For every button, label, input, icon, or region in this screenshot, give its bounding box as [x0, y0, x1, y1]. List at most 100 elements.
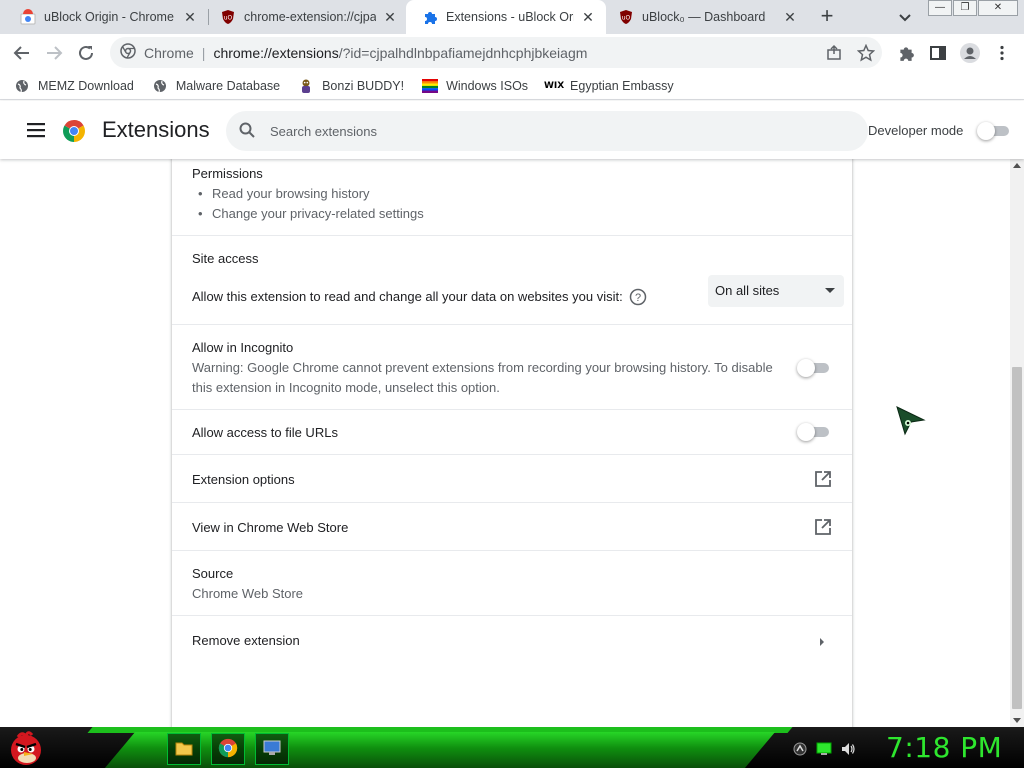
incognito-warning-line1: Warning: Google Chrome cannot prevent ex…	[192, 360, 773, 375]
chrome-icon	[218, 738, 238, 761]
bookmark-label: Windows ISOs	[446, 78, 529, 93]
computer-icon	[262, 739, 282, 760]
site-access-text: Allow this extension to read and change …	[192, 289, 623, 304]
bookmark-windows-isos[interactable]: Windows ISOs	[422, 78, 528, 94]
address-bar[interactable]: Chrome | chrome://extensions /?id=cjpalh…	[110, 37, 882, 68]
browser-toolbar: Chrome | chrome://extensions /?id=cjpalh…	[0, 34, 1024, 72]
site-access-select[interactable]: On all sites	[708, 275, 844, 307]
taskbar-chrome[interactable]	[211, 733, 245, 765]
chrome-web-store-icon	[20, 9, 36, 25]
source-title: Source	[192, 566, 234, 581]
tab-title: uBlock Origin - Chrome Web Store	[44, 10, 176, 24]
bookmarks-bar: MEMZ Download Malware Database Bonzi BUD…	[0, 72, 1024, 100]
chevron-down-icon[interactable]	[896, 8, 914, 26]
tab-strip: uBlock Origin - Chrome Web Store ✕ uO ch…	[0, 0, 1024, 34]
svg-text:?: ?	[635, 292, 641, 304]
incognito-section: Allow in Incognito Warning: Google Chrom…	[172, 325, 852, 410]
hamburger-menu-icon[interactable]	[27, 121, 47, 139]
ublock-origin-icon: uO	[220, 9, 236, 25]
search-input[interactable]	[270, 123, 830, 139]
url-divider: |	[201, 44, 206, 61]
page-scrollbar[interactable]	[1010, 159, 1024, 727]
close-icon[interactable]: ✕	[782, 9, 798, 25]
developer-mode-toggle[interactable]	[977, 121, 1009, 141]
star-icon[interactable]	[856, 43, 876, 63]
taskbar-computer[interactable]	[255, 733, 289, 765]
restore-button[interactable]: ❐	[953, 0, 977, 16]
bookmark-egyptian-embassy[interactable]: WIX Egyptian Embassy	[543, 78, 674, 94]
source-value: Chrome Web Store	[192, 586, 304, 601]
window-close-button[interactable]: ✕	[978, 0, 1018, 16]
taskbar-clock[interactable]: 7:18 PM	[886, 731, 1002, 764]
help-icon[interactable]: ?	[629, 288, 647, 306]
file-urls-toggle[interactable]	[797, 422, 829, 442]
new-tab-button[interactable]: +	[815, 5, 839, 29]
kebab-menu-icon[interactable]	[992, 43, 1012, 63]
permissions-list: Read your browsing history Change your p…	[196, 184, 424, 224]
scroll-thumb[interactable]	[1012, 367, 1022, 709]
page-title: Extensions	[102, 117, 210, 142]
puzzle-piece-icon	[422, 9, 438, 25]
share-icon[interactable]	[824, 43, 844, 63]
view-web-store-label: View in Chrome Web Store	[192, 520, 349, 535]
extensions-puzzle-icon[interactable]	[896, 43, 916, 63]
toggle-knob	[797, 423, 815, 441]
bookmark-bonzi[interactable]: Bonzi BUDDY!	[298, 78, 404, 94]
open-in-new-icon[interactable]	[814, 470, 832, 488]
wix-icon: WIX	[543, 80, 565, 91]
extensions-header: Extensions Developer mode	[0, 101, 1024, 159]
reload-icon[interactable]	[76, 43, 96, 63]
extension-options-label: Extension options	[192, 472, 295, 487]
site-access-title: Site access	[192, 251, 259, 266]
file-explorer-icon	[175, 740, 193, 759]
minimize-button[interactable]: —	[928, 0, 952, 16]
incognito-warning-line2: this extension in Incognito mode, unsele…	[192, 380, 500, 395]
view-web-store-row[interactable]: View in Chrome Web Store	[172, 503, 852, 551]
profile-avatar-icon[interactable]	[960, 43, 980, 63]
side-panel-icon[interactable]	[928, 43, 948, 63]
start-button-angry-bird-icon[interactable]	[6, 729, 46, 767]
developer-mode-label: Developer mode	[868, 123, 964, 138]
close-icon[interactable]: ✕	[382, 9, 398, 25]
taskbar: 7:18 PM	[0, 727, 1024, 768]
tab-ublock-dashboard[interactable]: uO uBlock₀ — Dashboard ✕	[602, 0, 808, 34]
tab-extension-page[interactable]: uO chrome-extension://cjpalhdlnbpafiamej…	[204, 0, 408, 34]
remove-extension-row[interactable]: Remove extension	[172, 616, 852, 664]
forward-arrow-icon[interactable]	[44, 43, 64, 63]
bonzi-icon	[298, 78, 314, 94]
extension-options-row[interactable]: Extension options	[172, 455, 852, 503]
tray-network-icon[interactable]	[792, 741, 808, 757]
svg-text:uO: uO	[224, 15, 233, 22]
permissions-section: Permissions Read your browsing history C…	[172, 159, 852, 236]
bookmark-malware-db[interactable]: Malware Database	[152, 78, 280, 94]
rainbow-flag-icon	[422, 78, 439, 94]
incognito-title: Allow in Incognito	[192, 340, 294, 355]
bookmark-label: Egyptian Embassy	[570, 78, 674, 93]
source-section: Source Chrome Web Store	[172, 551, 852, 616]
close-icon[interactable]: ✕	[182, 9, 198, 25]
close-icon[interactable]: ✕	[580, 9, 596, 25]
tray-monitor-icon[interactable]	[816, 741, 832, 757]
url-path: /?id=cjpalhdlnbpafiamejdnhcphjbkeiagm	[338, 44, 588, 61]
extension-details-page: Permissions Read your browsing history C…	[0, 159, 1010, 727]
chrome-site-icon	[120, 43, 136, 62]
tab-ublock-web-store[interactable]: uBlock Origin - Chrome Web Store ✕	[4, 0, 208, 34]
file-urls-title: Allow access to file URLs	[192, 425, 338, 440]
incognito-toggle[interactable]	[797, 358, 829, 378]
toggle-knob	[977, 122, 995, 140]
taskbar-file-explorer[interactable]	[167, 733, 201, 765]
open-in-new-icon[interactable]	[814, 518, 832, 536]
scroll-up-arrow-icon[interactable]	[1013, 163, 1021, 168]
tab-title: Extensions - uBlock Origin	[446, 10, 574, 24]
permissions-title: Permissions	[192, 166, 263, 181]
tray-volume-icon[interactable]	[840, 741, 856, 757]
tab-title: chrome-extension://cjpalhdlnbpafiamejdnh…	[244, 10, 376, 24]
chevron-right-icon	[818, 635, 826, 646]
svg-text:uO: uO	[622, 15, 631, 22]
bookmark-label: Malware Database	[175, 78, 281, 93]
search-extensions-box[interactable]	[226, 111, 868, 151]
back-arrow-icon[interactable]	[12, 43, 32, 63]
scroll-down-arrow-icon[interactable]	[1013, 718, 1021, 723]
tab-extensions[interactable]: Extensions - uBlock Origin ✕	[406, 0, 606, 34]
bookmark-memz[interactable]: MEMZ Download	[14, 78, 134, 94]
